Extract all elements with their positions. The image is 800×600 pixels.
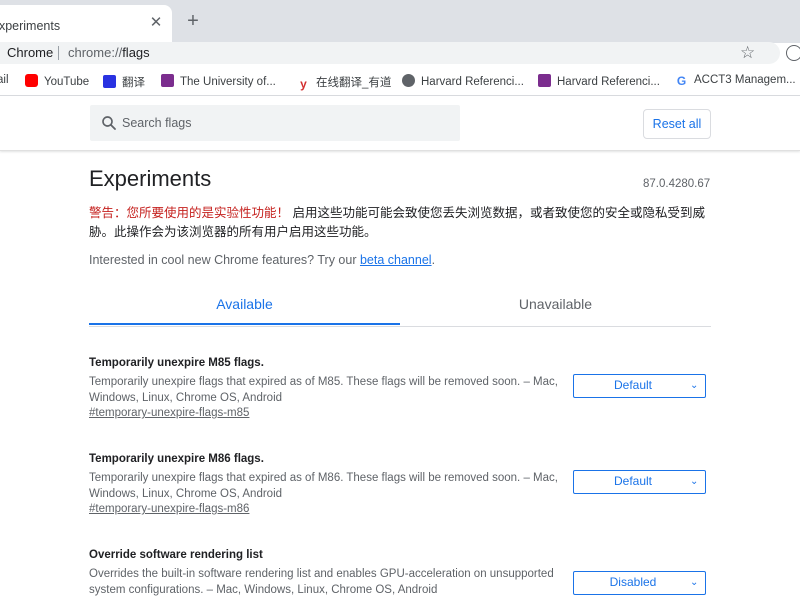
bookmark-item[interactable]: 翻译 — [103, 74, 145, 90]
bookmark-item[interactable]: y 在线翻译_有道 — [297, 74, 392, 91]
flags-header: Reset all — [0, 96, 800, 151]
bookmark-item[interactable]: Harvard Referenci... — [538, 74, 660, 90]
flag-description: Overrides the built-in software renderin… — [89, 568, 554, 596]
active-tab-indicator — [89, 323, 400, 325]
reset-all-button[interactable]: Reset all — [643, 109, 711, 139]
warning-prefix: 警告：您所要使用的是实验性功能！ — [89, 206, 290, 220]
bookmark-item[interactable]: G ACCT3 Managem... — [675, 74, 796, 90]
flag-title: Temporarily unexpire M86 flags. — [89, 453, 264, 465]
bookmark-label: ail — [0, 74, 9, 86]
warning-message: 警告：您所要使用的是实验性功能！ 启用这些功能可能会致使您丢失浏览数据，或者致使… — [89, 204, 715, 242]
globe-icon — [402, 74, 415, 87]
chevron-down-icon: ⌄ — [690, 577, 699, 588]
university-icon — [161, 74, 174, 87]
bookmark-star-icon[interactable]: ☆ — [740, 43, 755, 63]
chevron-down-icon: ⌄ — [690, 380, 699, 391]
url-text[interactable]: chrome://flags — [68, 45, 150, 60]
youdao-icon: y — [297, 78, 310, 91]
baidu-translate-icon — [103, 75, 116, 88]
bookmark-label: YouTube — [44, 76, 90, 88]
bookmark-item[interactable]: ail — [0, 74, 9, 90]
flag-anchor-link[interactable]: #temporary-unexpire-flags-m85 — [89, 407, 249, 419]
promo-text: Interested in cool new Chrome features? … — [89, 253, 435, 267]
tab-strip: experiments ✕ + — [0, 0, 800, 43]
toolbar: Chrome chrome://flags ☆ — [0, 42, 800, 67]
bookmark-item[interactable]: Harvard Referenci... — [402, 74, 524, 90]
page-title: Experiments — [89, 166, 212, 191]
bookmark-label: 在线翻译_有道 — [316, 77, 392, 89]
flag-anchor-link[interactable]: #temporary-unexpire-flags-m86 — [89, 503, 249, 515]
browser-tab[interactable]: experiments ✕ — [0, 5, 172, 43]
close-icon[interactable]: ✕ — [148, 15, 164, 31]
flag-state-select[interactable]: Default ⌄ — [573, 374, 706, 398]
tab-unavailable[interactable]: Unavailable — [400, 286, 711, 325]
flag-state-value: Default — [613, 378, 653, 392]
chevron-down-icon: ⌄ — [690, 476, 699, 487]
profile-icon[interactable] — [786, 45, 800, 61]
search-input[interactable] — [122, 105, 452, 141]
url-scheme: chrome:// — [68, 45, 123, 60]
google-icon: G — [675, 74, 688, 88]
divider — [58, 46, 59, 60]
version-number: 87.0.4280.67 — [643, 178, 711, 190]
site-label: Chrome — [7, 45, 54, 60]
flag-state-value: Disabled — [609, 575, 657, 589]
flag-title: Temporarily unexpire M85 flags. — [89, 357, 264, 369]
flag-state-value: Default — [613, 474, 653, 488]
promo-end: . — [431, 253, 436, 267]
bookmark-label: ACCT3 Managem... — [694, 74, 796, 86]
flag-description: Temporarily unexpire flags that expired … — [89, 472, 558, 500]
bookmark-item[interactable]: YouTube — [25, 74, 89, 90]
url-path: flags — [122, 45, 150, 60]
search-icon — [102, 116, 116, 130]
new-tab-icon[interactable]: + — [183, 11, 203, 31]
bookmark-label: The University of... — [180, 76, 276, 88]
flag-tabs: Available Unavailable — [89, 286, 711, 327]
beta-channel-link[interactable]: beta channel — [360, 253, 432, 267]
youtube-icon — [25, 74, 38, 87]
university-icon — [538, 74, 551, 87]
bookmark-label: Harvard Referenci... — [557, 76, 660, 88]
promo-label: Interested in cool new Chrome features? … — [89, 253, 360, 267]
tab-title: experiments — [0, 19, 61, 33]
bookmark-label: 翻译 — [122, 77, 145, 89]
bookmark-item[interactable]: The University of... — [161, 74, 276, 90]
bookmark-label: Harvard Referenci... — [421, 76, 524, 88]
address-bar[interactable]: Chrome chrome://flags ☆ — [0, 42, 780, 64]
tab-available[interactable]: Available — [89, 286, 400, 325]
flag-state-select[interactable]: Disabled ⌄ — [573, 571, 706, 595]
flag-state-select[interactable]: Default ⌄ — [573, 470, 706, 494]
bookmarks-bar: ail YouTube 翻译 The University of... y 在线翻… — [0, 67, 800, 96]
flag-title: Override software rendering list — [89, 549, 263, 561]
search-box[interactable] — [90, 105, 460, 141]
flag-description: Temporarily unexpire flags that expired … — [89, 376, 558, 404]
